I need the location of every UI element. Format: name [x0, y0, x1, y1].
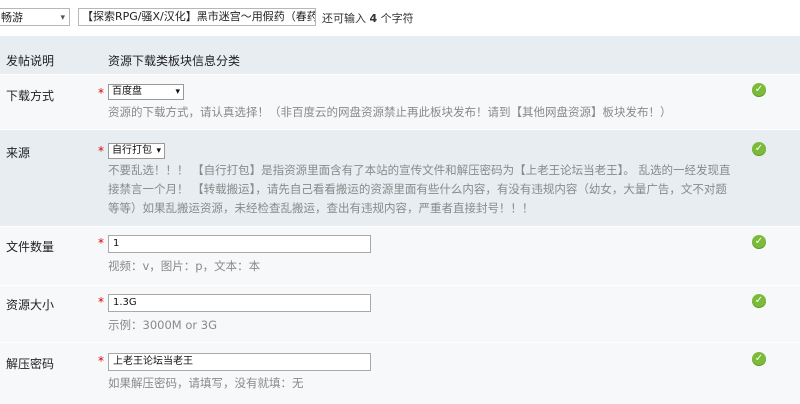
remaining-chars-hint: 还可输入 4 个字符	[322, 10, 414, 26]
header-title: 资源下载类板块信息分类	[108, 54, 241, 68]
category-select[interactable]: 畅游 ▾	[0, 8, 70, 26]
source-hint-line2: 接禁言一个月！ 【转载搬运】，请先自己看看搬运的资源里面有些什么内容，有没有违规…	[108, 182, 727, 196]
resource-size-hint: 示例：3000M or 3G	[108, 318, 217, 332]
thread-title-input[interactable]: 【探索RPG/骚X/汉化】黑市迷宫～用假药（春药）V1.0 A	[78, 8, 316, 26]
remaining-count: 4	[369, 12, 378, 25]
source-label: 来源	[6, 146, 31, 160]
form-header-row: 发帖说明 资源下载类板块信息分类	[0, 36, 800, 74]
required-marker: *	[98, 144, 104, 158]
resource-size-label: 资源大小	[6, 298, 55, 312]
header-label: 发帖说明	[6, 54, 55, 68]
check-icon: ✓	[752, 294, 766, 308]
source-row: 来源 * 自行打包 ▾ 不要乱选！！！ 【自行打包】是指资源里面含有了本站的宣传…	[0, 130, 800, 226]
resource-size-row: 资源大小 * 1.3G 示例：3000M or 3G ✓	[0, 286, 800, 342]
source-select[interactable]: 自行打包 ▾	[108, 143, 165, 159]
category-select-value: 畅游	[1, 11, 23, 24]
remaining-suffix: 个字符	[380, 12, 414, 25]
file-count-label: 文件数量	[6, 240, 55, 254]
check-icon: ✓	[752, 235, 766, 249]
file-count-input[interactable]: 1	[108, 235, 371, 253]
source-hint-line3: 等等）如果乱搬运资源，未经检查乱搬运，查出有违规内容，严重者直接封号！！！	[108, 201, 534, 215]
unzip-password-row: 解压密码 * 上老王论坛当老王 如果解压密码，请填写，没有就填：无 ✓	[0, 343, 800, 404]
file-count-hint: 视频：v，图片：p，文本：本	[108, 259, 261, 273]
chevron-down-icon: ▾	[156, 146, 161, 156]
required-marker: *	[98, 86, 104, 100]
required-marker: *	[98, 354, 104, 368]
title-bar: 畅游 ▾ 【探索RPG/骚X/汉化】黑市迷宫～用假药（春药）V1.0 A 还可输…	[0, 0, 800, 36]
unzip-password-label: 解压密码	[6, 357, 55, 371]
unzip-password-input[interactable]: 上老王论坛当老王	[108, 353, 371, 371]
source-hint-line1: 不要乱选！！！ 【自行打包】是指资源里面含有了本站的宣传文件和解压密码为【上老王…	[108, 163, 731, 177]
source-value: 自行打包	[112, 145, 152, 156]
download-method-value: 百度盘	[112, 86, 142, 97]
resource-size-input[interactable]: 1.3G	[108, 294, 371, 312]
download-method-label: 下载方式	[6, 89, 55, 103]
download-method-row: 下载方式 * 百度盘 ▾ 资源的下载方式，请认真选择！（非百度云的网盘资源禁止再…	[0, 75, 800, 129]
check-icon: ✓	[752, 83, 766, 97]
check-icon: ✓	[752, 352, 766, 366]
download-method-select[interactable]: 百度盘 ▾	[108, 84, 184, 100]
remaining-prefix: 还可输入	[322, 12, 366, 25]
unzip-password-hint: 如果解压密码，请填写，没有就填：无	[108, 376, 304, 390]
download-method-hint: 资源的下载方式，请认真选择！（非百度云的网盘资源禁止再此板块发布！请到【其他网盘…	[108, 105, 672, 119]
file-count-row: 文件数量 * 1 视频：v，图片：p，文本：本 ✓	[0, 227, 800, 285]
chevron-down-icon: ▾	[175, 87, 180, 97]
check-icon: ✓	[752, 142, 766, 156]
chevron-down-icon: ▾	[60, 13, 65, 23]
required-marker: *	[98, 295, 104, 309]
required-marker: *	[98, 236, 104, 250]
